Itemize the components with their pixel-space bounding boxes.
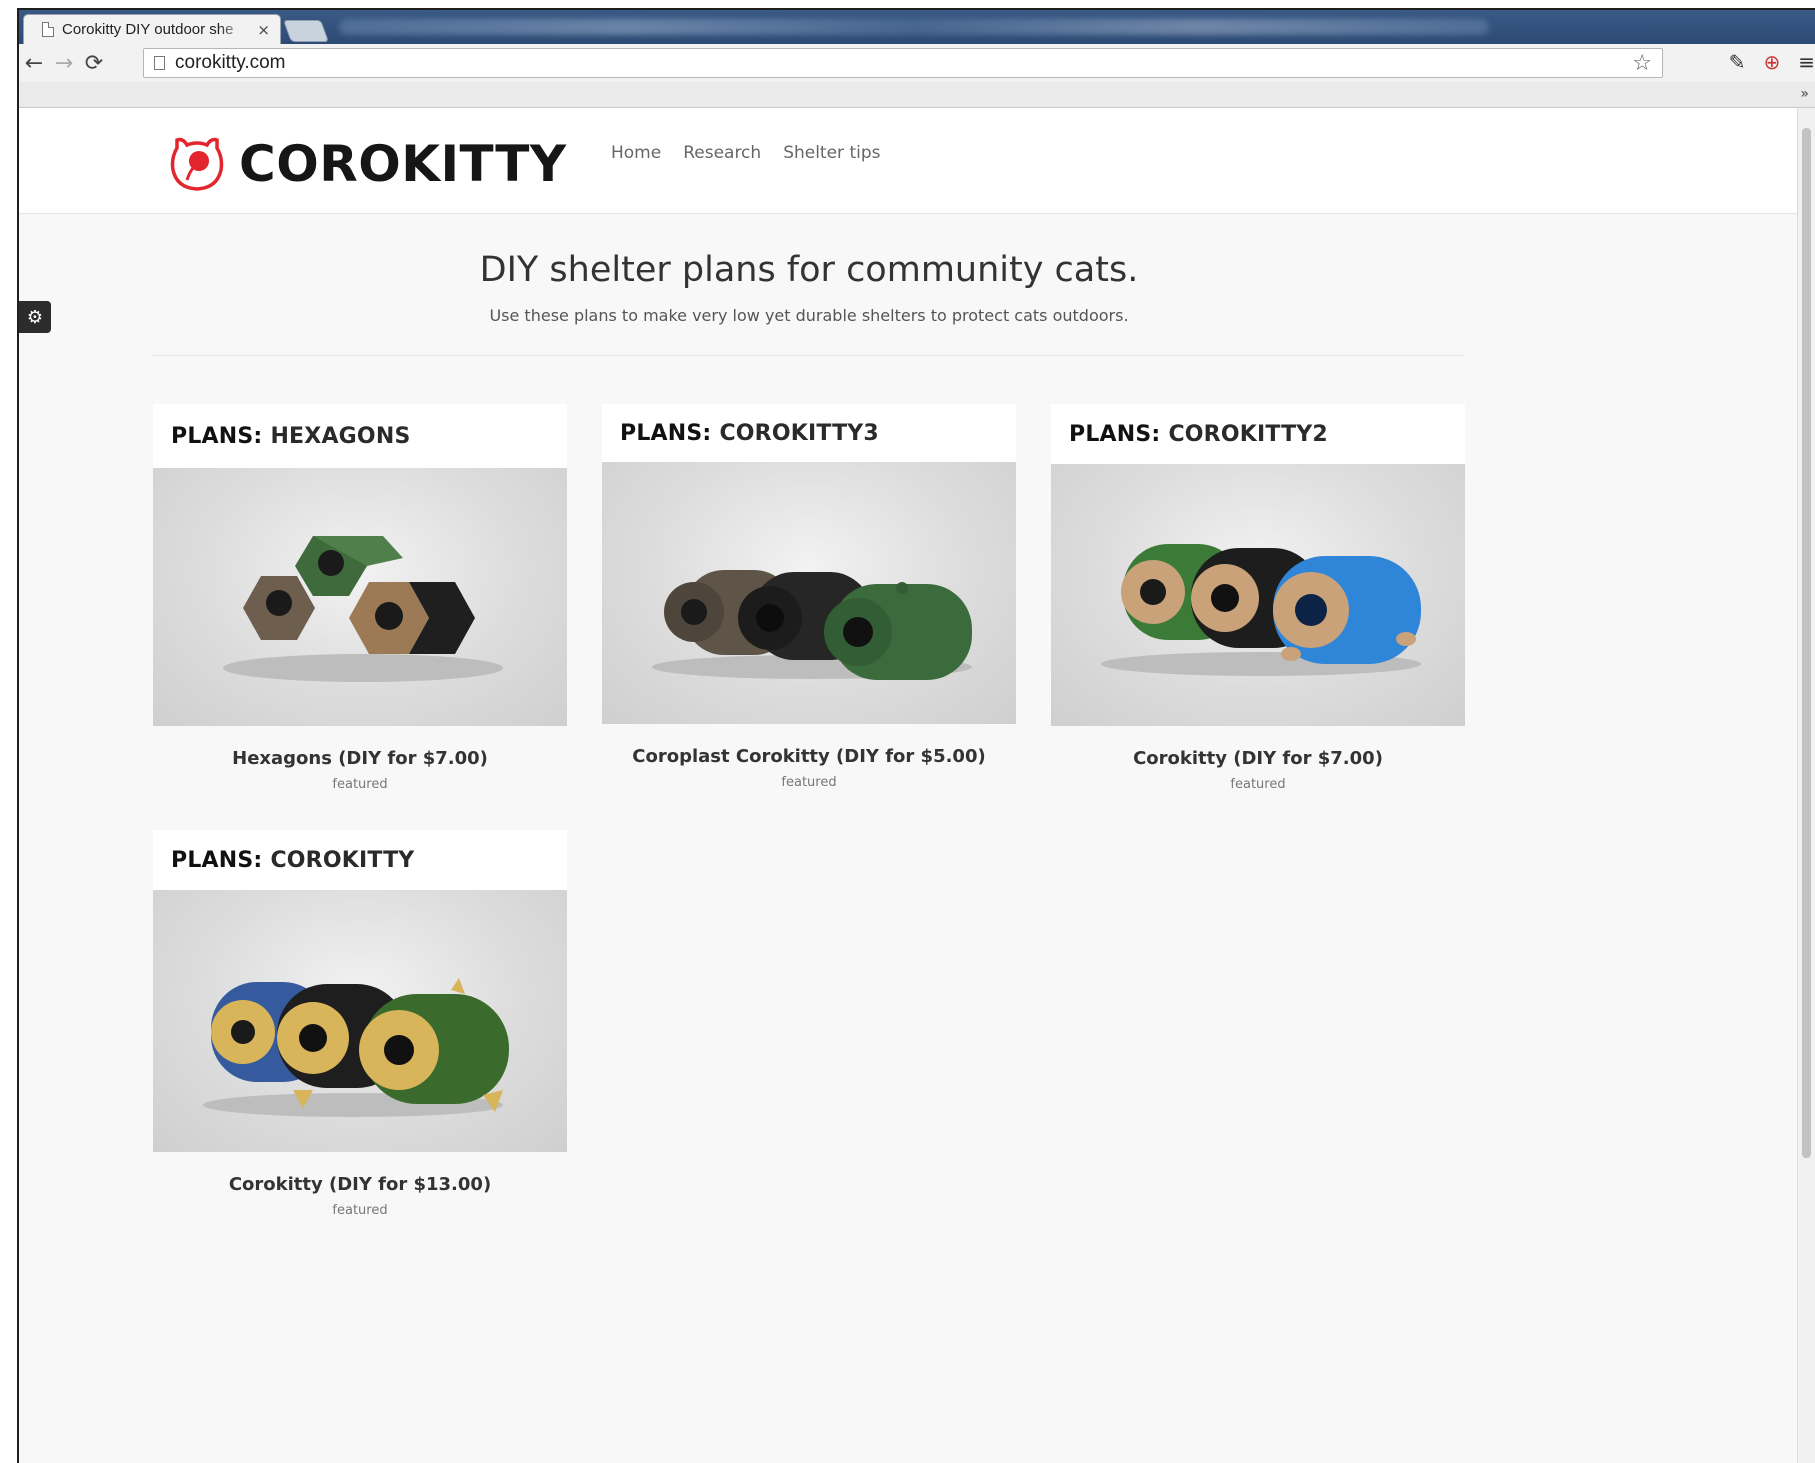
divider [153,355,1465,356]
url-text: corokitty.com [175,52,286,73]
product-image[interactable] [602,462,1016,724]
address-bar[interactable]: corokitty.com ☆ [143,48,1663,78]
plan-name: COROKITTY2 [1168,421,1328,447]
plan-heading: PLANS: COROKITTY2 [1051,404,1465,464]
back-arrow-icon[interactable]: ← [19,51,49,76]
page-title: DIY shelter plans for community cats. [479,250,1139,290]
plan-prefix: PLANS: [171,847,263,873]
product-card-corokitty3[interactable]: PLANS: COROKITTY3 Coroplast Corokitty (D… [602,404,1016,790]
nav-shelter-tips[interactable]: Shelter tips [783,143,880,163]
plan-prefix: PLANS: [620,420,712,446]
plan-heading: PLANS: COROKITTY3 [602,404,1016,462]
browser-toolbar: ← → ⟳ corokitty.com ☆ ✎ ⊕ ≡ [19,44,1815,82]
close-tab-icon[interactable]: × [257,21,270,39]
site-logo[interactable]: COROKITTY [169,135,567,193]
plan-prefix: PLANS: [171,423,263,449]
nav-research[interactable]: Research [683,143,761,163]
menu-icon[interactable]: ≡ [1798,50,1815,74]
page-icon [154,56,165,70]
product-caption[interactable]: Corokitty (DIY for $13.00) [153,1174,567,1195]
corokitty2-shelters-illustration [1101,544,1421,676]
hexagon-shelters-illustration [223,536,503,682]
corokitty-shelters-illustration [203,978,509,1117]
extension-icons: ✎ ⊕ ≡ [1729,50,1815,74]
cat-logo-icon [170,137,224,191]
product-card-corokitty2[interactable]: PLANS: COROKITTY2 Corokitty (DIY for $7.… [1051,404,1465,792]
page-icon [42,22,54,37]
blurred-tab-area [339,19,1489,35]
product-caption[interactable]: Coroplast Corokitty (DIY for $5.00) [602,746,1016,767]
product-tag[interactable]: featured [602,775,1016,790]
plan-name: COROKITTY [270,847,415,873]
plan-prefix: PLANS: [1069,421,1161,447]
plan-name: HEXAGONS [270,423,411,449]
bookmarks-bar: » [19,82,1815,108]
nav-home[interactable]: Home [611,143,661,163]
tab-title: Corokitty DIY outdoor she [62,21,234,38]
plan-heading: PLANS: HEXAGONS [153,404,567,468]
product-card-corokitty[interactable]: PLANS: COROKITTY Corokitty (DIY for $13.… [153,830,567,1218]
plan-heading: PLANS: COROKITTY [153,830,567,890]
page-subtitle: Use these plans to make very low yet dur… [489,306,1129,325]
browser-window: Corokitty DIY outdoor she × ← → ⟳ coroki… [17,8,1815,1463]
bookmark-star-icon[interactable]: ☆ [1632,51,1652,76]
more-bookmarks-icon[interactable]: » [1800,86,1809,102]
extension-icon[interactable]: ✎ [1729,50,1746,74]
plan-name: COROKITTY3 [719,420,879,446]
translate-icon[interactable]: ⊕ [1763,50,1780,74]
product-tag[interactable]: featured [153,1203,567,1218]
product-card-hexagons[interactable]: PLANS: HEXAGONS Hexagons (DIY for $7.00)… [153,404,567,792]
product-caption[interactable]: Corokitty (DIY for $7.00) [1051,748,1465,769]
forward-arrow-icon[interactable]: → [49,51,79,76]
product-image[interactable] [153,468,567,726]
corokitty3-shelters-illustration [652,570,972,680]
new-tab-button[interactable] [282,20,330,42]
main-nav: Home Research Shelter tips [611,143,881,163]
page-scrollbar[interactable] [1797,108,1815,1463]
product-image[interactable] [1051,464,1465,726]
site-header: COROKITTY Home Research Shelter tips [19,108,1799,214]
screenshot-frame: Corokitty DIY outdoor she × ← → ⟳ coroki… [0,0,1815,1463]
page-viewport: COROKITTY Home Research Shelter tips ⚙ D… [19,108,1815,1463]
product-image[interactable] [153,890,567,1152]
product-caption[interactable]: Hexagons (DIY for $7.00) [153,748,567,769]
product-tag[interactable]: featured [153,777,567,792]
reload-icon[interactable]: ⟳ [79,51,109,76]
browser-tab[interactable]: Corokitty DIY outdoor she × [23,14,281,44]
scrollbar-thumb[interactable] [1802,128,1811,1158]
product-tag[interactable]: featured [1051,777,1465,792]
tab-strip: Corokitty DIY outdoor she × [19,10,1815,44]
logo-wordmark: COROKITTY [239,135,567,193]
